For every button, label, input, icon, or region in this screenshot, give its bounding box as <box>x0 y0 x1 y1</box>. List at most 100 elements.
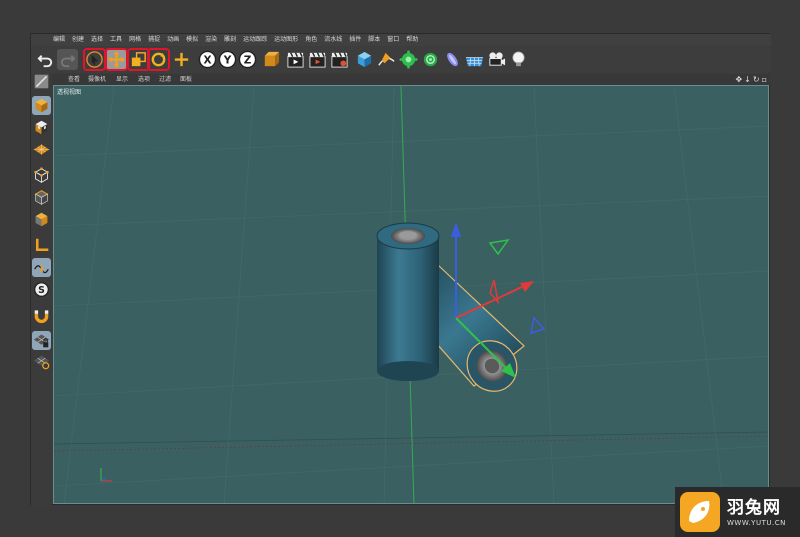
menu-motion-tracking[interactable]: 运动跟踪 <box>243 34 267 46</box>
checker-cube-icon <box>35 120 48 135</box>
watermark-title: 羽兔网 <box>727 497 781 518</box>
polygons-mode-button[interactable] <box>32 210 51 229</box>
live-selection-button[interactable] <box>83 48 106 71</box>
menu-sculpt[interactable]: 雕刻 <box>224 34 236 46</box>
clapper-icon <box>287 52 304 68</box>
viewport-scene <box>54 86 768 503</box>
viewport-header: 查看 摄像机 显示 选项 过滤 面板 ✥ ↓ ↻ ▫ <box>52 74 771 85</box>
scale-tool-button[interactable] <box>127 48 150 71</box>
pan-icon[interactable]: ✥ <box>735 74 742 85</box>
rotate-tool-button[interactable] <box>147 48 170 71</box>
grid-plane-icon <box>33 144 50 155</box>
maximize-icon[interactable]: ▫ <box>762 74 767 85</box>
viewport-menu-filter[interactable]: 过滤 <box>159 74 171 85</box>
viewport-nav-icons: ✥ ↓ ↻ ▫ <box>735 74 767 85</box>
render-to-picture-viewer-button[interactable] <box>307 49 328 70</box>
cube-icon <box>357 51 372 68</box>
camera-button[interactable] <box>486 49 507 70</box>
undo-button[interactable] <box>35 49 56 70</box>
cloner-icon <box>423 52 438 67</box>
texture-mode-button[interactable] <box>32 118 51 137</box>
make-editable-icon <box>34 74 49 89</box>
clapper-icon <box>309 52 326 68</box>
zoom-icon[interactable]: ↓ <box>744 74 751 85</box>
menu-animate[interactable]: 动画 <box>167 34 179 46</box>
make-editable-button[interactable] <box>32 72 51 91</box>
axis-mode-button[interactable] <box>32 236 51 255</box>
menu-render[interactable]: 渲染 <box>205 34 217 46</box>
left-tool-palette: S <box>31 74 52 506</box>
model-mode-button[interactable] <box>32 96 51 115</box>
workplane-button[interactable] <box>32 352 51 371</box>
lock-workplane-button[interactable] <box>32 331 51 350</box>
menu-bar: 编辑 创建 选择 工具 网格 捕捉 动画 模拟 渲染 雕刻 运动跟踪 运动图形 … <box>31 34 771 46</box>
perspective-viewport[interactable]: 透视视图 <box>53 85 769 504</box>
snap-icon: S <box>34 282 49 297</box>
subdivision-surface-button[interactable] <box>398 49 419 70</box>
menu-plugins[interactable]: 插件 <box>349 34 361 46</box>
menu-select[interactable]: 选择 <box>91 34 103 46</box>
deformer-button[interactable] <box>442 49 463 70</box>
scale-icon <box>131 52 146 67</box>
snap-button[interactable]: S <box>32 280 51 299</box>
move-tool-button[interactable] <box>105 48 128 71</box>
plus-icon <box>174 52 189 67</box>
coordinate-system-button[interactable] <box>260 49 281 70</box>
redo-icon <box>60 55 76 68</box>
menu-help[interactable]: 帮助 <box>406 34 418 46</box>
cube-object-button[interactable] <box>354 49 375 70</box>
light-button[interactable] <box>508 49 529 70</box>
floor-button[interactable] <box>464 49 485 70</box>
menu-create[interactable]: 创建 <box>72 34 84 46</box>
rotate-icon <box>151 52 166 67</box>
polygons-cube-icon <box>35 212 48 227</box>
viewport-menu-cameras[interactable]: 摄像机 <box>88 74 106 85</box>
menu-window[interactable]: 窗口 <box>387 34 399 46</box>
menu-pipeline[interactable]: 流水线 <box>324 34 342 46</box>
soft-selection-button[interactable] <box>32 306 51 325</box>
z-axis-icon: Z <box>238 50 257 69</box>
z-axis-button[interactable]: Z <box>237 49 258 70</box>
menu-script[interactable]: 脚本 <box>368 34 380 46</box>
menu-mesh[interactable]: 网格 <box>129 34 141 46</box>
render-settings-button[interactable] <box>329 49 350 70</box>
viewport-menu-options[interactable]: 选项 <box>138 74 150 85</box>
menu-character[interactable]: 角色 <box>305 34 317 46</box>
cylinder-standing[interactable] <box>376 222 440 381</box>
move-icon <box>107 50 126 69</box>
pen-spline-button[interactable] <box>376 49 397 70</box>
watermark-url: WWW.YUTU.CN <box>727 518 786 527</box>
y-axis-button[interactable]: Y <box>217 49 238 70</box>
add-tool-button[interactable] <box>171 49 192 70</box>
viewport-menu-display[interactable]: 显示 <box>116 74 128 85</box>
points-mode-button[interactable] <box>32 166 51 185</box>
x-axis-button[interactable]: X <box>197 49 218 70</box>
main-toolbar: X Y Z <box>31 47 771 73</box>
points-cube-icon <box>34 167 49 184</box>
viewport-menu-view[interactable]: 查看 <box>68 74 80 85</box>
menu-simulate[interactable]: 模拟 <box>186 34 198 46</box>
redo-button[interactable] <box>57 49 78 70</box>
yutu-logo <box>680 492 720 532</box>
menu-edit[interactable]: 编辑 <box>53 34 65 46</box>
edges-mode-button[interactable] <box>32 188 51 207</box>
tweak-mode-button[interactable] <box>32 258 51 277</box>
menu-snap[interactable]: 捕捉 <box>148 34 160 46</box>
y-axis-label: Y <box>223 54 232 66</box>
pen-icon <box>378 52 395 66</box>
menu-mograph[interactable]: 运动图形 <box>274 34 298 46</box>
render-view-button[interactable] <box>285 49 306 70</box>
viewport-label: 透视视图 <box>57 89 82 96</box>
y-axis-icon: Y <box>218 50 237 69</box>
edges-cube-icon <box>34 190 49 205</box>
menu-tools[interactable]: 工具 <box>110 34 122 46</box>
magnet-icon <box>34 310 49 324</box>
lightbulb-icon <box>512 51 525 67</box>
x-axis-label: X <box>203 54 211 66</box>
deformer-icon <box>447 52 458 67</box>
cloner-button[interactable] <box>420 49 441 70</box>
orbit-icon[interactable]: ↻ <box>753 74 760 85</box>
workplane-mode-button[interactable] <box>32 140 51 159</box>
world-axis-indicator <box>100 468 112 482</box>
viewport-menu-panel[interactable]: 面板 <box>180 74 192 85</box>
